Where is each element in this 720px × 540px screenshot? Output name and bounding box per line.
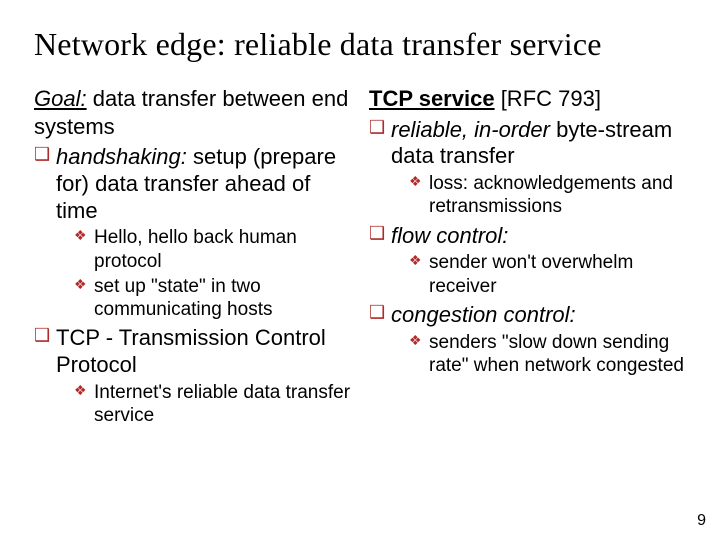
content-columns: Goal: data transfer between end systems … [34, 85, 686, 427]
left-q1-d2: set up "state" in two communicating host… [74, 275, 351, 321]
left-lead: Goal: data transfer between end systems [34, 85, 351, 140]
page-number: 9 [697, 512, 706, 530]
right-q1-sub: loss: acknowledgements and retransmissio… [409, 172, 686, 218]
left-list: handshaking: setup (prepare for) data tr… [34, 144, 351, 427]
left-q1-sub: Hello, hello back human protocol set up … [74, 226, 351, 321]
left-q2-d1: Internet's reliable data transfer servic… [74, 381, 351, 427]
slide-title: Network edge: reliable data transfer ser… [34, 26, 686, 63]
right-q3-sub: senders "slow down sending rate" when ne… [409, 331, 686, 377]
left-column: Goal: data transfer between end systems … [34, 85, 351, 427]
right-q2-sub: sender won't overwhelm receiver [409, 251, 686, 297]
right-q1-prefix: reliable, in-order [391, 117, 550, 142]
right-q1: reliable, in-order byte-stream data tran… [369, 117, 686, 219]
right-lead-rest: [RFC 793] [495, 86, 601, 111]
left-q1-prefix: handshaking: [56, 144, 187, 169]
left-lead-underline: Goal: [34, 86, 87, 111]
slide: Network edge: reliable data transfer ser… [0, 0, 720, 540]
left-q1: handshaking: setup (prepare for) data tr… [34, 144, 351, 321]
right-q3: congestion control: senders "slow down s… [369, 302, 686, 377]
left-q1-d1: Hello, hello back human protocol [74, 226, 351, 272]
right-q2-text: flow control: [391, 223, 508, 248]
right-q1-d1: loss: acknowledgements and retransmissio… [409, 172, 686, 218]
right-list: reliable, in-order byte-stream data tran… [369, 117, 686, 377]
right-q2: flow control: sender won't overwhelm rec… [369, 223, 686, 298]
right-q2-d1: sender won't overwhelm receiver [409, 251, 686, 297]
left-q2: TCP - Transmission Control Protocol Inte… [34, 325, 351, 427]
right-q3-text: congestion control: [391, 302, 576, 327]
right-q3-d1: senders "slow down sending rate" when ne… [409, 331, 686, 377]
left-q2-sub: Internet's reliable data transfer servic… [74, 381, 351, 427]
right-column: TCP service [RFC 793] reliable, in-order… [369, 85, 686, 427]
right-lead-underline: TCP service [369, 86, 495, 111]
right-lead: TCP service [RFC 793] [369, 85, 686, 113]
left-q2-text: TCP - Transmission Control Protocol [56, 325, 326, 377]
